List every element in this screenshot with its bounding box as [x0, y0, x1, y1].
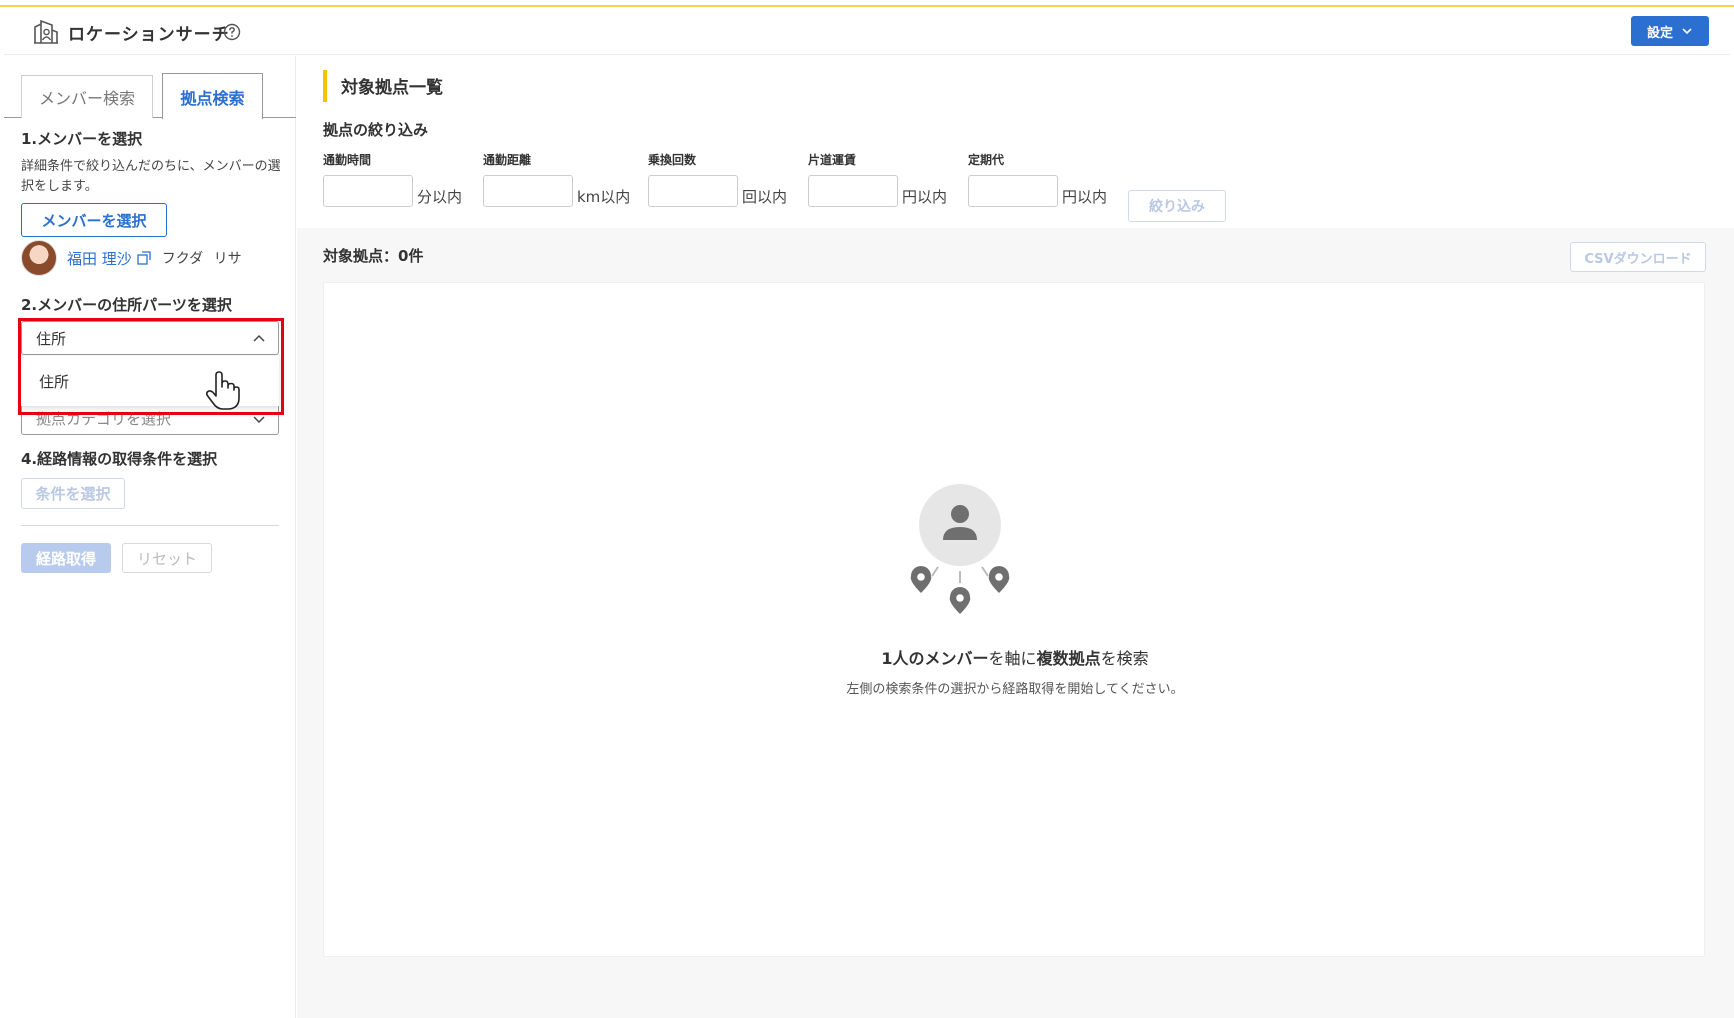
- transfers-input[interactable]: [648, 175, 738, 207]
- filter-label: 通勤時間: [323, 153, 372, 167]
- commute-time-input[interactable]: [323, 175, 413, 207]
- tab-location-search[interactable]: 拠点検索: [162, 73, 263, 119]
- filter-button[interactable]: 絞り込み: [1128, 190, 1226, 222]
- filter-unit: km以内: [577, 188, 631, 206]
- pointer-hand-icon: [205, 371, 240, 410]
- sidebar: メンバー検索 拠点検索 1.メンバーを選択 詳細条件で絞り込んだのちに、メンバー…: [4, 56, 296, 1018]
- member-name-link[interactable]: 福田 理沙: [67, 248, 132, 269]
- empty-state-description: 左側の検索条件の選択から経路取得を開始してください。: [846, 682, 1184, 697]
- get-route-button[interactable]: 経路取得: [21, 543, 111, 573]
- select-member-button[interactable]: メンバーを選択: [21, 203, 167, 237]
- filter-area: 対象拠点一覧 拠点の絞り込み 通勤時間 分以内 通勤距離 km以内 乗換回数 回…: [297, 56, 1734, 228]
- filter-label: 乗換回数: [648, 153, 697, 167]
- main-content: 対象拠点一覧 拠点の絞り込み 通勤時間 分以内 通勤距離 km以内 乗換回数 回…: [297, 56, 1734, 1018]
- building-icon: [34, 19, 58, 44]
- one-way-fare-input[interactable]: [808, 175, 898, 207]
- filter-label: 片道運賃: [808, 153, 857, 167]
- empty-state-title: 1人のメンバーを軸に複数拠点を検索: [881, 649, 1149, 668]
- member-kana: フクダ リサ: [161, 251, 242, 267]
- commuter-pass-input[interactable]: [968, 175, 1058, 207]
- member-locations-illustration: [910, 484, 1010, 614]
- settings-button[interactable]: 設定: [1631, 16, 1709, 46]
- step2-title: 2.メンバーの住所パーツを選択: [21, 296, 232, 314]
- step1-title: 1.メンバーを選択: [21, 130, 143, 148]
- external-link-icon[interactable]: [136, 250, 152, 266]
- highlight-annotation: [18, 318, 284, 415]
- section-title: 対象拠点一覧: [341, 78, 443, 98]
- step4-title: 4.経路情報の取得条件を選択: [21, 450, 218, 468]
- help-icon[interactable]: [223, 23, 241, 41]
- filter-unit: 円以内: [1062, 188, 1108, 206]
- filter-unit: 分以内: [417, 188, 463, 206]
- filter-commute-distance: 通勤距離 km以内: [483, 151, 630, 207]
- select-condition-button[interactable]: 条件を選択: [21, 478, 125, 509]
- filter-commuter-pass: 定期代 円以内: [968, 151, 1107, 207]
- step1-hint: 詳細条件で絞り込んだのちに、メンバーの選択をします。: [21, 159, 281, 194]
- sidebar-divider: [21, 525, 279, 526]
- search-tabs: メンバー検索 拠点検索: [4, 73, 296, 119]
- app-header: ロケーションサーチ 設定: [4, 7, 1730, 55]
- filter-one-way-fare: 片道運賃 円以内: [808, 151, 947, 207]
- filter-unit: 回以内: [742, 188, 788, 206]
- filter-title: 拠点の絞り込み: [323, 121, 429, 139]
- filter-commute-time: 通勤時間 分以内: [323, 151, 462, 207]
- app-title: ロケーションサーチ: [68, 25, 230, 45]
- tab-member-search[interactable]: メンバー検索: [21, 75, 153, 118]
- filter-unit: 円以内: [902, 188, 948, 206]
- results-panel: 1人のメンバーを軸に複数拠点を検索 左側の検索条件の選択から経路取得を開始してく…: [323, 282, 1705, 957]
- filter-transfers: 乗換回数 回以内: [648, 151, 787, 207]
- reset-button[interactable]: リセット: [122, 543, 212, 573]
- section-accent-bar: [323, 70, 327, 102]
- filter-label: 通勤距離: [483, 153, 532, 167]
- avatar: [21, 240, 57, 276]
- filter-label: 定期代: [968, 153, 1005, 167]
- csv-download-button[interactable]: CSVダウンロード: [1570, 242, 1706, 272]
- settings-label: 設定: [1646, 25, 1673, 41]
- commute-distance-input[interactable]: [483, 175, 573, 207]
- selected-member: 福田 理沙 フクダ リサ: [21, 238, 242, 278]
- target-count: 対象拠点：0件: [323, 247, 424, 265]
- chevron-down-icon: [1682, 28, 1692, 35]
